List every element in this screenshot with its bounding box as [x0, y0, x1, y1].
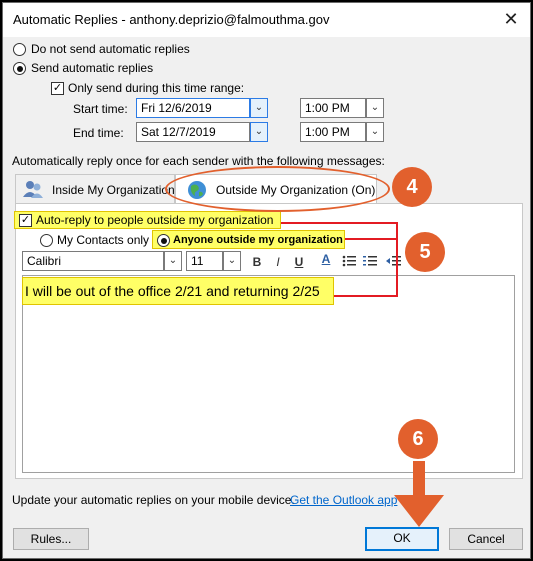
annotation-connector-vertical: [396, 222, 398, 297]
tab-inside-label: Inside My Organization: [52, 183, 175, 197]
get-outlook-app-link[interactable]: Get the Outlook app: [290, 493, 397, 507]
footer-text: Update your automatic replies on your mo…: [12, 493, 295, 507]
font-color-button[interactable]: A: [317, 250, 335, 268]
callout-6: 6: [398, 419, 438, 459]
people-icon: [23, 181, 43, 198]
auto-reply-outside-label: Auto-reply to people outside my organiza…: [36, 213, 274, 227]
callout-4: 4: [392, 167, 432, 207]
anyone-outside-radio[interactable]: [157, 234, 170, 247]
send-automatic-replies-label: Send automatic replies: [31, 61, 154, 75]
italic-button[interactable]: I: [269, 253, 287, 271]
annotation-connector-bottom: [334, 295, 398, 297]
bullet-list-icon[interactable]: [342, 254, 356, 268]
tab-annotation-ellipse: [165, 166, 390, 212]
start-time-label: Start time:: [73, 102, 128, 116]
do-not-send-radio[interactable]: [13, 43, 26, 56]
tab-inside-organization[interactable]: Inside My Organization: [15, 174, 175, 204]
start-date-dropdown-icon[interactable]: ⌄: [250, 98, 268, 118]
numbered-list-icon[interactable]: [363, 254, 377, 268]
time-range-label: Only send during this time range:: [68, 81, 245, 95]
start-time-field[interactable]: 1:00 PM: [300, 98, 366, 118]
close-icon[interactable]: ✕: [500, 9, 522, 31]
ok-button[interactable]: OK: [365, 527, 439, 551]
do-not-send-label: Do not send automatic replies: [31, 42, 190, 56]
start-time-dropdown-icon[interactable]: ⌄: [366, 98, 384, 118]
end-time-dropdown-icon[interactable]: ⌄: [366, 122, 384, 142]
window-title: Automatic Replies - anthony.deprizio@fal…: [13, 12, 330, 27]
automatic-replies-dialog: Automatic Replies - anthony.deprizio@fal…: [2, 2, 531, 559]
annotation-connector-top: [281, 222, 398, 224]
my-contacts-only-label: My Contacts only: [57, 233, 150, 247]
start-date-field[interactable]: Fri 12/6/2019: [136, 98, 250, 118]
end-time-label: End time:: [73, 126, 124, 140]
title-bar: Automatic Replies - anthony.deprizio@fal…: [3, 3, 530, 37]
font-size-field[interactable]: 11: [186, 251, 223, 271]
font-name-field[interactable]: Calibri: [22, 251, 164, 271]
cancel-button[interactable]: Cancel: [449, 528, 523, 550]
bold-button[interactable]: B: [248, 253, 266, 271]
reply-once-label: Automatically reply once for each sender…: [12, 154, 385, 168]
auto-reply-outside-checkbox[interactable]: ✓: [19, 214, 32, 227]
underline-button[interactable]: U: [290, 253, 308, 271]
font-size-dropdown-icon[interactable]: ⌄: [223, 251, 241, 271]
down-arrow-annotation: [394, 461, 444, 527]
anyone-outside-label: Anyone outside my organization: [173, 234, 343, 246]
rules-button[interactable]: Rules...: [13, 528, 89, 550]
end-date-dropdown-icon[interactable]: ⌄: [250, 122, 268, 142]
font-name-dropdown-icon[interactable]: ⌄: [164, 251, 182, 271]
time-range-checkbox[interactable]: ✓: [51, 82, 64, 95]
my-contacts-only-radio[interactable]: [40, 234, 53, 247]
callout-5: 5: [405, 232, 445, 272]
decrease-indent-icon[interactable]: [385, 254, 401, 268]
end-time-field[interactable]: 1:00 PM: [300, 122, 366, 142]
annotation-connector-middle: [345, 238, 398, 240]
message-text: I will be out of the office 2/21 and ret…: [25, 283, 320, 299]
end-date-field[interactable]: Sat 12/7/2019: [136, 122, 250, 142]
send-automatic-replies-radio[interactable]: [13, 62, 26, 75]
